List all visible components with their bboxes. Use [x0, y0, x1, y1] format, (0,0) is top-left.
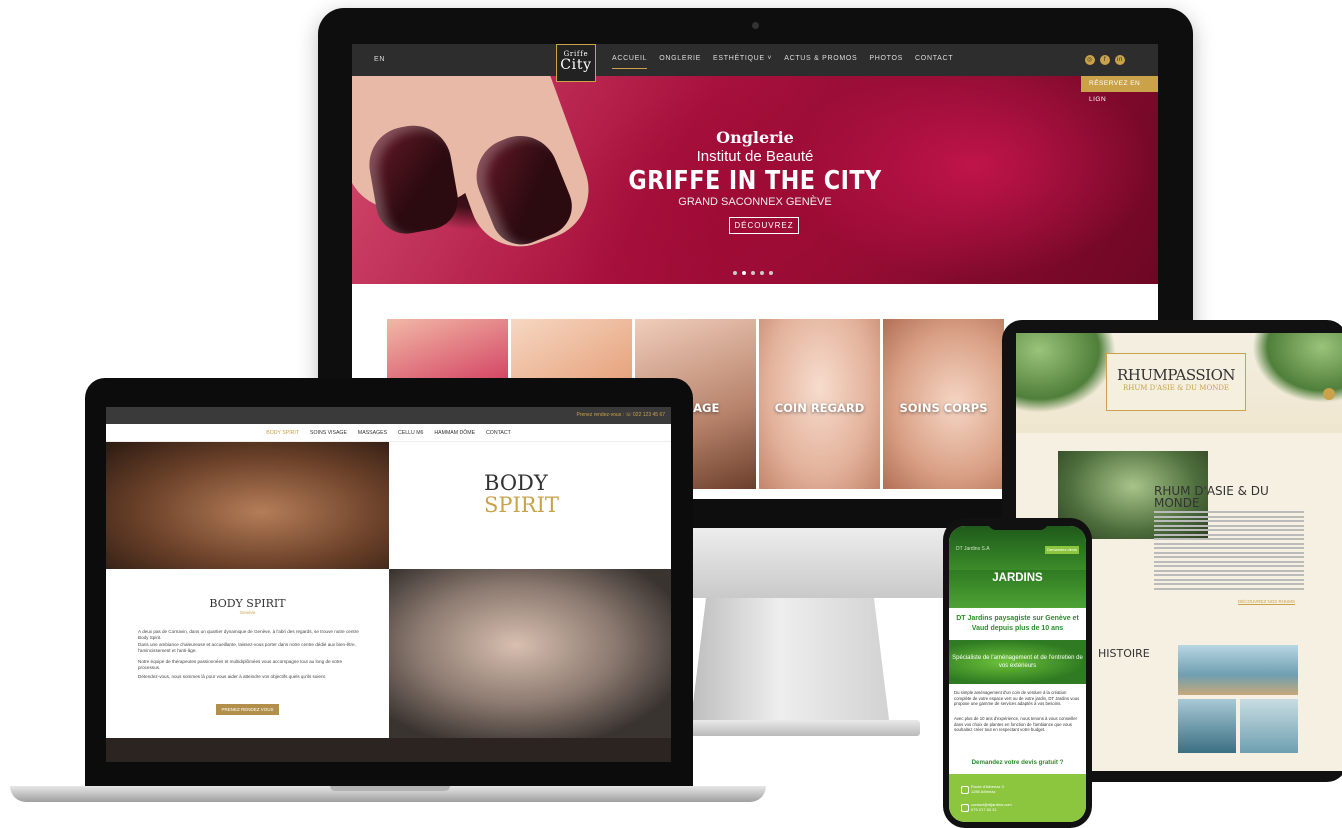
nav-item-esthetique[interactable]: ESTHÉTIQUE ˅ [713, 55, 772, 69]
rhumpassion-logo: RHUMPASSION RHUM D'ASIE & DU MONDE [1106, 353, 1246, 411]
slider-dot[interactable] [760, 271, 764, 275]
body-spirit-logo: BODY SPIRIT [484, 472, 559, 516]
camera-icon [752, 22, 759, 29]
nav-item-contact[interactable]: CONTACT [915, 55, 953, 69]
intro-paragraph: Avec plus de 10 ans d'expérience, nous t… [954, 716, 1078, 733]
palm-leaves-image [1016, 333, 1116, 413]
linkedin-icon[interactable]: in [1115, 55, 1125, 65]
nav-item-soins-visage[interactable]: SOINS VISAGE [310, 424, 347, 441]
address-text: Route d'Athenaz 3 1285 Athenaz [971, 784, 1004, 794]
phone-website-dt-jardins: DT Jardins S.A Demandez devis JARDINS DT… [949, 526, 1086, 822]
logo-text: SPIRIT [484, 493, 559, 517]
site-logo[interactable]: Griffe City [556, 44, 596, 82]
logo-text: City [560, 57, 592, 73]
hero-location: GRAND SACONNEX GENÈVE [678, 196, 832, 208]
slider-dots[interactable] [733, 271, 773, 275]
tile-label: COIN REGARD [774, 401, 865, 415]
nav-item-massages[interactable]: MASSAGES [358, 424, 387, 441]
quote-button[interactable]: Demandez devis [1045, 546, 1079, 554]
intro-paragraph: Détendez-vous, nous sommes là pour vous … [138, 674, 327, 679]
banner: Spécialiste de l'aménagement et de l'ent… [949, 640, 1086, 684]
site-nav: BODY SPIRIT SOINS VISAGE MASSAGES CELLU … [106, 424, 671, 442]
contact-footer [949, 774, 1086, 822]
phone-notch [988, 520, 1048, 530]
intro-paragraph: Notre équipe de thérapeutes passionnées … [138, 659, 343, 670]
contact-bar[interactable]: Prenez rendez-vous : ☏ 022 123 45 67 [106, 407, 671, 424]
nav-item-contact[interactable]: CONTACT [486, 424, 511, 441]
instagram-icon[interactable]: ◎ [1085, 55, 1095, 65]
slider-dot[interactable] [769, 271, 773, 275]
nav-item-body-spirit[interactable]: BODY SPIRIT [266, 424, 299, 441]
slider-dot[interactable] [742, 271, 746, 275]
hero-onglerie: Onglerie [716, 128, 794, 147]
slider-dot[interactable] [751, 271, 755, 275]
history-image [1178, 699, 1236, 753]
slider-dot[interactable] [733, 271, 737, 275]
logo-text: RHUM D'ASIE & DU MONDE [1122, 384, 1230, 392]
laptop-website-body-spirit: Prenez rendez-vous : ☏ 022 123 45 67 BOD… [106, 407, 671, 762]
imac-foot [660, 720, 920, 736]
service-tile-coin-regard[interactable]: COIN REGARD [759, 319, 880, 489]
hero-title: JARDINS [949, 570, 1086, 608]
logo-panel: BODY SPIRIT [389, 442, 671, 569]
logo-text: RHUMPASSION [1116, 366, 1236, 384]
site-nav: EN Griffe City ACCUEIL ONGLERIE ESTHÉTIQ… [352, 44, 1158, 82]
section-subtitle: Genève [239, 610, 256, 615]
woman-dark-hair-image [389, 569, 671, 738]
footer-image [106, 738, 671, 762]
nav-item-onglerie[interactable]: ONGLERIE [659, 55, 701, 69]
section-title: BODY SPIRIT [209, 597, 286, 610]
intro-paragraph: Du simple aménagement d'un coin de verdu… [954, 690, 1080, 707]
laptop-notch [330, 786, 450, 791]
location-icon [961, 786, 969, 794]
history-image [1240, 699, 1298, 753]
reserve-online-button[interactable]: RÉSERVEZ EN LIGN [1081, 76, 1158, 103]
book-appointment-button[interactable]: PRENEZ RENDEZ VOUS [216, 704, 279, 715]
body-text [1154, 511, 1304, 592]
intro-paragraph: A deux pas de Cornavin, dans un quartier… [138, 629, 359, 640]
nav-links: ACCUEIL ONGLERIE ESTHÉTIQUE ˅ ACTUS & PR… [612, 55, 953, 69]
lang-switch[interactable]: EN [374, 56, 385, 63]
contact-text[interactable]: contact@dtjardins.com 079 217 83 31 [971, 802, 1012, 812]
history-image [1178, 645, 1298, 695]
service-tile-soins-corps[interactable]: SOINS CORPS [883, 319, 1004, 489]
brand-name: DT Jardins S.A [956, 546, 990, 552]
hero-banner: Onglerie Institut de Beauté GRIFFE IN TH… [352, 76, 1158, 284]
nav-item-photos[interactable]: PHOTOS [869, 55, 903, 69]
logo-text: BODY [484, 471, 548, 495]
tile-label: SOINS CORPS [899, 401, 988, 415]
history-heading: HISTOIRE [1098, 647, 1150, 660]
nav-item-hammam[interactable]: HAMMAM DÔME [434, 424, 475, 441]
social-links: ◎ f in [1085, 55, 1125, 65]
free-quote-cta[interactable]: Demandez votre devis gratuit ? [953, 759, 1082, 766]
hero-title: GRIFFE IN THE CITY [628, 166, 882, 196]
nav-item-actus[interactable]: ACTUS & PROMOS [784, 55, 857, 69]
mail-icon [961, 804, 969, 812]
section-heading: RHUM D'ASIE & DU MONDE [1154, 484, 1269, 510]
facebook-icon[interactable]: f [1100, 55, 1110, 65]
discover-button[interactable]: DÉCOUVREZ [729, 217, 799, 234]
headline: DT Jardins paysagiste sur Genève et Vaud… [956, 615, 1079, 632]
scroll-arrow-icon[interactable] [1323, 388, 1335, 400]
hero-institut: Institut de Beauté [696, 148, 814, 165]
intro-paragraph: Dans une ambiance chaleureuse et accueil… [138, 642, 356, 653]
discover-rhums-link[interactable]: DÉCOUVREZ NOS RHUMS [1238, 599, 1296, 605]
nav-item-accueil[interactable]: ACCUEIL [612, 55, 648, 69]
woman-gold-image [106, 442, 389, 569]
nav-item-cellu[interactable]: CELLU M6 [398, 424, 423, 441]
imac-stand [690, 598, 890, 728]
